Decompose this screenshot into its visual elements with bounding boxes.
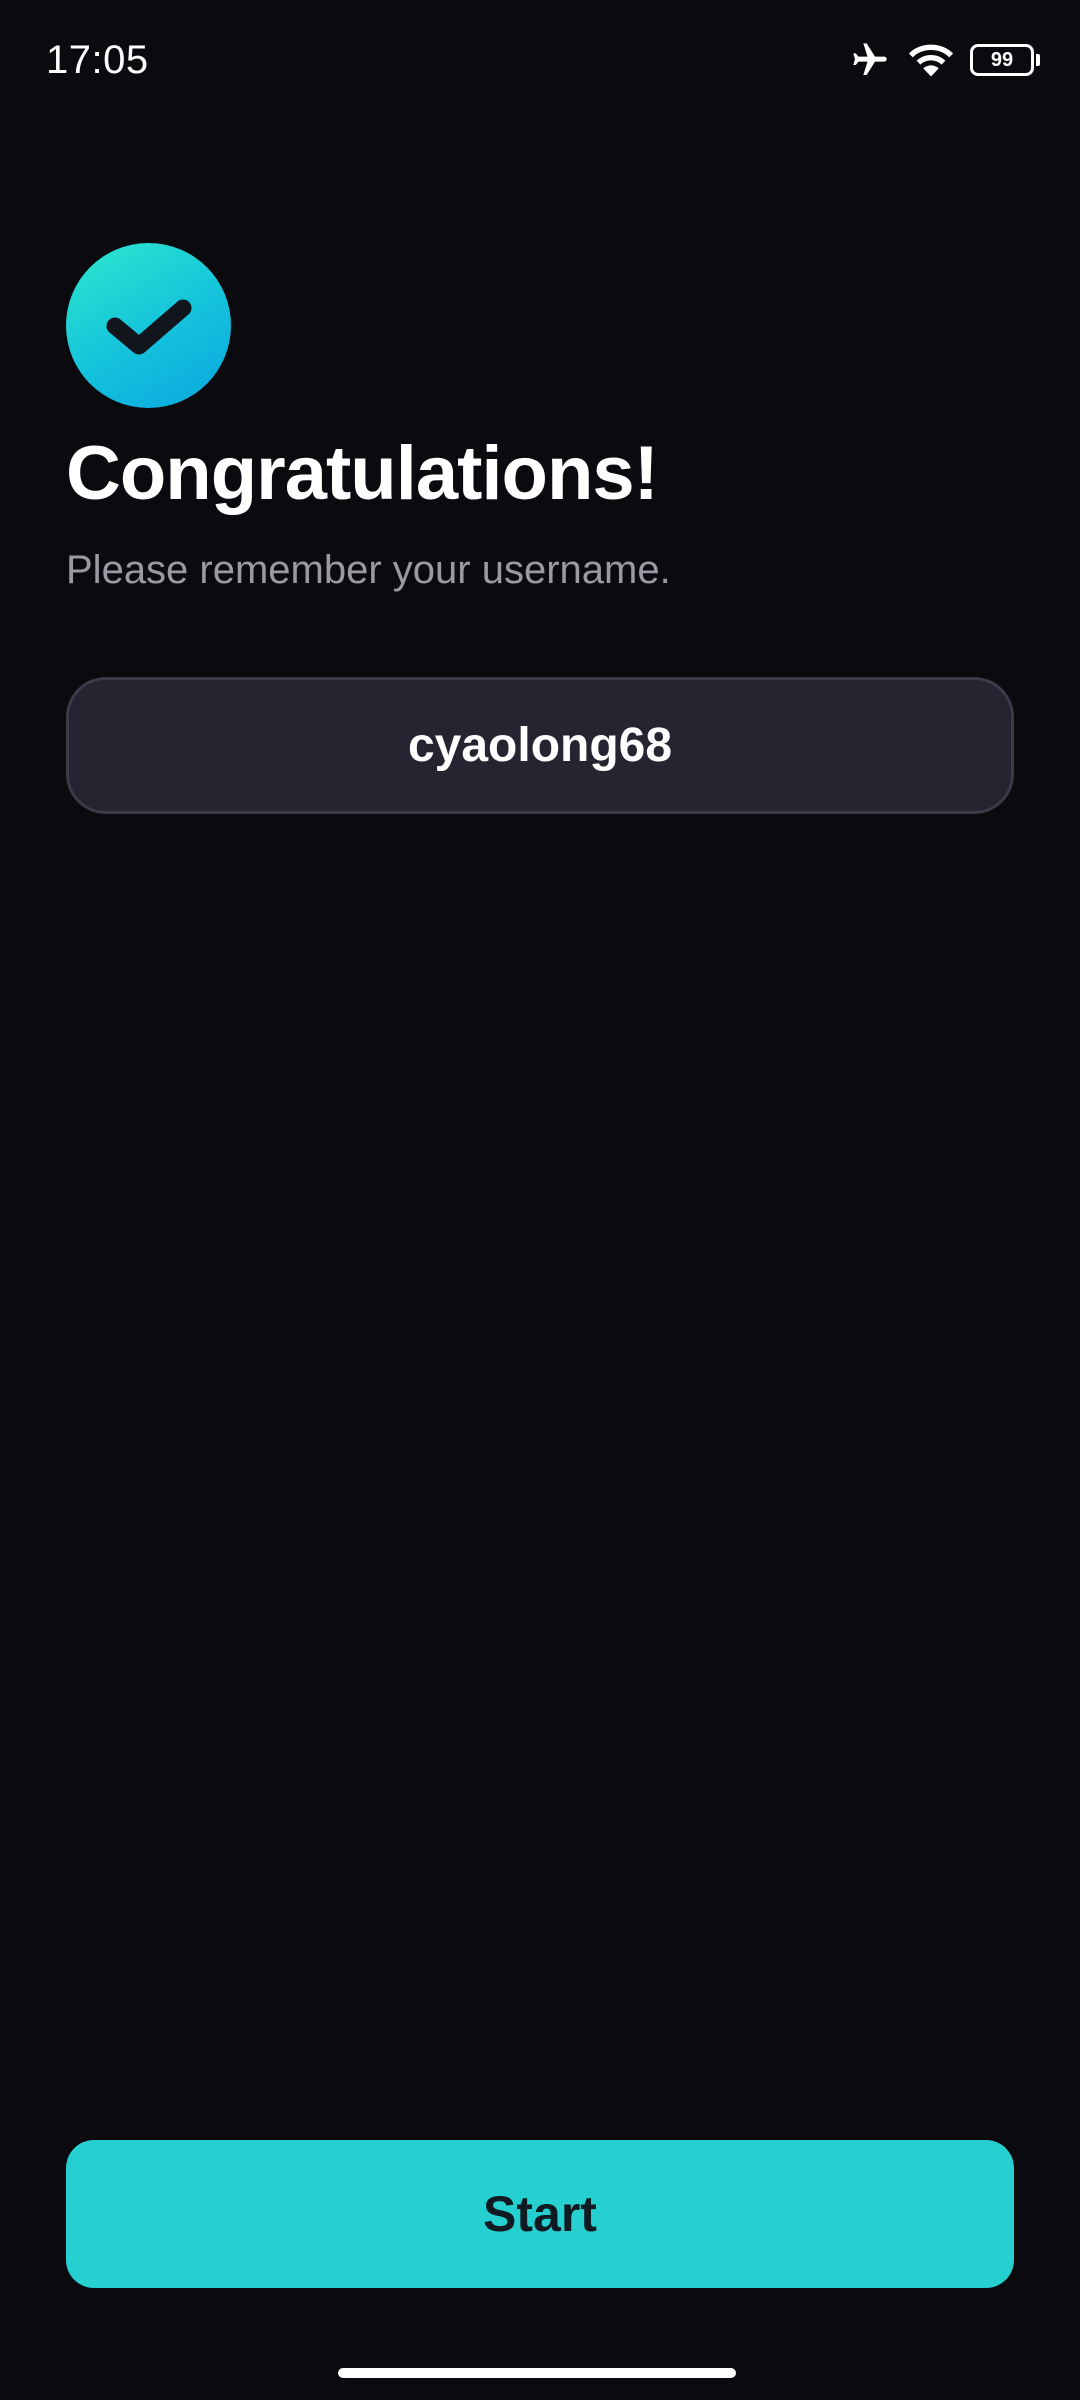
start-button-label: Start bbox=[483, 2186, 597, 2242]
status-icons: 99 bbox=[848, 38, 1040, 82]
airplane-mode-icon bbox=[853, 43, 887, 75]
battery-level: 99 bbox=[990, 49, 1014, 71]
start-button[interactable]: Start bbox=[66, 2140, 1014, 2288]
page-subtitle: Please remember your username. bbox=[66, 548, 671, 592]
username-display: cyaolong68 bbox=[66, 677, 1014, 814]
page-title: Congratulations! bbox=[66, 431, 659, 516]
success-badge bbox=[66, 243, 231, 408]
home-indicator[interactable] bbox=[338, 2368, 736, 2378]
wifi-icon bbox=[908, 44, 954, 77]
status-time: 17:05 bbox=[46, 38, 149, 82]
check-icon bbox=[106, 299, 191, 354]
battery-icon: 99 bbox=[970, 44, 1040, 76]
status-bar: 17:05 99 bbox=[0, 0, 1080, 120]
username-value: cyaolong68 bbox=[407, 719, 673, 772]
